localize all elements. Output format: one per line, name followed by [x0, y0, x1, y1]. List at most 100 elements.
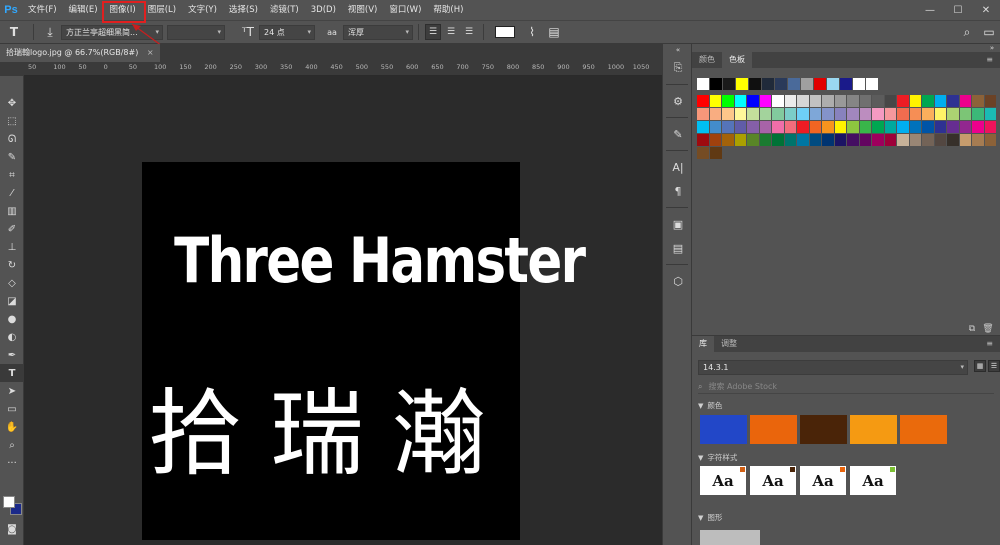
swatch[interactable] — [747, 121, 759, 133]
swatch[interactable] — [884, 121, 896, 133]
align-right-button[interactable]: ☰ — [461, 24, 477, 40]
swatch[interactable] — [872, 121, 884, 133]
swatch[interactable] — [827, 78, 839, 90]
character-style-1[interactable]: Aa — [700, 466, 746, 495]
swatch[interactable] — [847, 121, 859, 133]
type-tool-icon[interactable]: T — [0, 364, 24, 382]
swatch[interactable] — [872, 95, 884, 107]
swatch[interactable] — [866, 78, 878, 90]
3d-panel-icon[interactable]: ⬡ — [663, 269, 693, 293]
swatch[interactable] — [709, 95, 721, 107]
swatch[interactable] — [922, 95, 934, 107]
swatch[interactable] — [872, 108, 884, 120]
swatch[interactable] — [814, 78, 826, 90]
document-tab[interactable]: 拾瑞翰logo.jpg @ 66.7%(RGB/8#) × — [0, 44, 160, 62]
foreground-color-swatch[interactable] — [3, 496, 15, 508]
swatch[interactable] — [897, 134, 909, 146]
lasso-tool-icon[interactable]: ᘏ — [0, 130, 24, 148]
swatch[interactable] — [722, 134, 734, 146]
swatch[interactable] — [734, 134, 746, 146]
library-color-3[interactable] — [800, 415, 847, 444]
swatch[interactable] — [809, 121, 821, 133]
swatch[interactable] — [697, 121, 709, 133]
tab-adjustments[interactable]: 调整 — [714, 336, 744, 352]
swatch[interactable] — [710, 78, 722, 90]
swatch[interactable] — [722, 108, 734, 120]
swatch[interactable] — [797, 95, 809, 107]
hand-tool-icon[interactable]: ✋ — [0, 418, 24, 436]
swatch[interactable] — [959, 108, 971, 120]
stock-search[interactable]: ⌕ 搜索 Adobe Stock — [698, 380, 994, 394]
panel-menu-icon[interactable]: ≡ — [979, 336, 1000, 352]
swatch[interactable] — [922, 134, 934, 146]
panel-menu-icon[interactable]: ≡ — [979, 52, 1000, 68]
swatch[interactable] — [847, 134, 859, 146]
swatch[interactable] — [872, 134, 884, 146]
swatch[interactable] — [788, 78, 800, 90]
swatch[interactable] — [797, 134, 809, 146]
swatch[interactable] — [697, 95, 709, 107]
swatch[interactable] — [972, 95, 984, 107]
swatch[interactable] — [947, 108, 959, 120]
menu-window[interactable]: 窗口(W) — [383, 0, 427, 20]
character-styles-section-title[interactable]: ▼ 字符样式 — [698, 452, 737, 463]
swatch[interactable] — [847, 108, 859, 120]
minimize-button[interactable]: — — [916, 0, 944, 20]
swatch[interactable] — [959, 95, 971, 107]
collapse-arrows-icon[interactable]: « — [663, 44, 693, 56]
swatch[interactable] — [772, 95, 784, 107]
menu-type[interactable]: 文字(Y) — [182, 0, 223, 20]
swatch[interactable] — [722, 95, 734, 107]
swatch[interactable] — [759, 121, 771, 133]
swatch[interactable] — [784, 108, 796, 120]
tab-libraries[interactable]: 库 — [692, 336, 714, 352]
swatch[interactable] — [834, 134, 846, 146]
swatch[interactable] — [934, 108, 946, 120]
collapse-dock-icon[interactable]: » — [984, 44, 1000, 52]
antialias-select[interactable]: 浑厚 — [343, 24, 413, 40]
rectangle-tool-icon[interactable]: ▭ — [0, 400, 24, 418]
healing-brush-tool-icon[interactable]: ▥ — [0, 202, 24, 220]
foreground-background-colors[interactable] — [3, 496, 23, 518]
swatch[interactable] — [947, 121, 959, 133]
history-brush-tool-icon[interactable]: ↻ — [0, 256, 24, 274]
character-panel-icon[interactable]: A| — [663, 155, 693, 179]
swatch[interactable] — [897, 108, 909, 120]
library-color-1[interactable] — [700, 415, 747, 444]
swatch[interactable] — [834, 95, 846, 107]
swatch[interactable] — [822, 121, 834, 133]
swatch[interactable] — [859, 95, 871, 107]
swatch[interactable] — [897, 121, 909, 133]
menu-filter[interactable]: 滤镜(T) — [264, 0, 305, 20]
text-color-swatch[interactable] — [495, 26, 515, 38]
swatch[interactable] — [809, 134, 821, 146]
swatch[interactable] — [822, 95, 834, 107]
swatch[interactable] — [762, 78, 774, 90]
swatch[interactable] — [859, 134, 871, 146]
menu-file[interactable]: 文件(F) — [22, 0, 63, 20]
brush-settings-icon[interactable]: ✎ — [663, 122, 693, 146]
swatch[interactable] — [822, 134, 834, 146]
swatch[interactable] — [697, 108, 709, 120]
swatch[interactable] — [697, 147, 709, 159]
character-style-4[interactable]: Aa — [850, 466, 896, 495]
character-style-2[interactable]: Aa — [750, 466, 796, 495]
menu-view[interactable]: 视图(V) — [342, 0, 383, 20]
swatch[interactable] — [859, 121, 871, 133]
menu-help[interactable]: 帮助(H) — [427, 0, 469, 20]
zoom-tool-icon[interactable]: ⌕ — [0, 436, 24, 454]
menu-layer[interactable]: 图层(L) — [142, 0, 182, 20]
text-orientation-icon[interactable]: ⤓ — [39, 22, 61, 42]
workspace-icon[interactable]: ▭ — [978, 22, 1000, 42]
align-center-button[interactable]: ☰ — [443, 24, 459, 40]
path-selection-tool-icon[interactable]: ➤ — [0, 382, 24, 400]
swatch[interactable] — [710, 147, 722, 159]
properties-panel-icon[interactable]: ⚙ — [663, 89, 693, 113]
quick-mask-icon[interactable]: ◙ — [0, 520, 24, 538]
swatch[interactable] — [784, 134, 796, 146]
swatch[interactable] — [884, 108, 896, 120]
character-style-3[interactable]: Aa — [800, 466, 846, 495]
adjustments-panel-icon[interactable]: ▤ — [663, 236, 693, 260]
swatch[interactable] — [934, 134, 946, 146]
swatch[interactable] — [972, 134, 984, 146]
